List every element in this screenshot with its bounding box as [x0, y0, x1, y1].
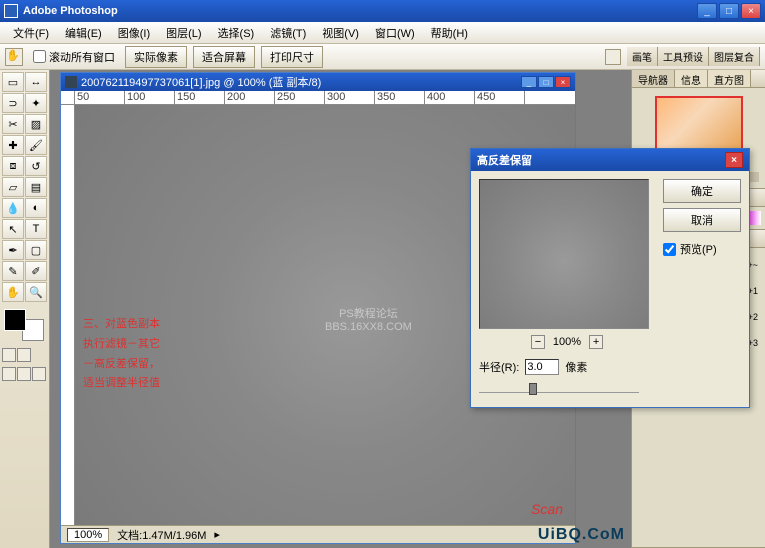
brush-tool[interactable]: 🖌 [25, 135, 47, 155]
cancel-button[interactable]: 取消 [663, 208, 741, 232]
hand-tool[interactable]: ✋ [2, 282, 24, 302]
quickmask-off[interactable] [2, 348, 16, 362]
tab-brush[interactable]: 画笔 [627, 47, 658, 66]
tab-tool-preset[interactable]: 工具预设 [658, 47, 709, 66]
close-button[interactable]: × [741, 3, 761, 19]
doc-icon [65, 76, 77, 88]
print-size-button[interactable]: 打印尺寸 [261, 46, 323, 68]
toolbox: ▭↔ ⊃✦ ✂▨ ✚🖌 ⧈↺ ▱▤ 💧◐ ↖T ✒▢ ✎✐ ✋🔍 [0, 70, 50, 548]
zoom-in-button[interactable]: + [589, 335, 603, 349]
pen-tool[interactable]: ✒ [2, 240, 24, 260]
dialog-titlebar[interactable]: 高反差保留 × [471, 149, 749, 171]
blur-tool[interactable]: 💧 [2, 198, 24, 218]
menu-layer[interactable]: 图层(L) [158, 23, 209, 43]
zoom-tool[interactable]: 🔍 [25, 282, 47, 302]
move-tool[interactable]: ↔ [25, 72, 47, 92]
fit-screen-button[interactable]: 适合屏幕 [193, 46, 255, 68]
scroll-all-checkbox[interactable] [33, 50, 46, 63]
screen-std[interactable] [2, 367, 16, 381]
quickmask-on[interactable] [17, 348, 31, 362]
doc-maximize[interactable]: □ [538, 76, 554, 88]
tutorial-text: 三、对蓝色副本 执行滤镜－其它 －高反差保留， 适当调整半径值 [83, 315, 160, 394]
shape-tool[interactable]: ▢ [25, 240, 47, 260]
preview-checkbox[interactable] [663, 243, 676, 256]
history-brush-tool[interactable]: ↺ [25, 156, 47, 176]
menu-window[interactable]: 窗口(W) [367, 23, 423, 43]
tab-navigator[interactable]: 导航器 [632, 70, 675, 87]
app-icon [4, 4, 18, 18]
app-titlebar: Adobe Photoshop _ □ × [0, 0, 765, 22]
doc-minimize[interactable]: _ [521, 76, 537, 88]
menu-edit[interactable]: 编辑(E) [57, 23, 110, 43]
app-title: Adobe Photoshop [23, 5, 697, 17]
dialog-close-button[interactable]: × [725, 152, 743, 168]
radius-slider[interactable] [479, 381, 639, 393]
palette-icon[interactable] [605, 49, 621, 65]
zoom-out-button[interactable]: − [531, 335, 545, 349]
doc-size: 文档:1.47M/1.96M [117, 527, 206, 543]
path-tool[interactable]: ↖ [2, 219, 24, 239]
ruler-vertical [61, 105, 75, 525]
menubar: 文件(F) 编辑(E) 图像(I) 图层(L) 选择(S) 滤镜(T) 视图(V… [0, 22, 765, 44]
filter-preview[interactable] [479, 179, 649, 329]
watermark: PS教程论坛BBS.16XX8.COM [325, 305, 412, 333]
options-bar: ✋ 滚动所有窗口 实际像素 适合屏幕 打印尺寸 画笔 工具预设 图层复合 [0, 44, 765, 70]
document-titlebar[interactable]: 200762119497737061[1].jpg @ 100% (蓝 副本/8… [61, 73, 575, 91]
status-bar: 100% 文档:1.47M/1.96M ▸ [61, 525, 575, 543]
radius-label: 半径(R): [479, 359, 519, 375]
color-swatch[interactable] [2, 307, 46, 343]
lasso-tool[interactable]: ⊃ [2, 93, 24, 113]
menu-filter[interactable]: 滤镜(T) [262, 23, 314, 43]
ok-button[interactable]: 确定 [663, 179, 741, 203]
uibq-watermark: UiBQ.CoM [538, 526, 625, 544]
preview-zoom: 100% [553, 336, 581, 348]
dodge-tool[interactable]: ◐ [25, 198, 47, 218]
doc-close[interactable]: × [555, 76, 571, 88]
status-arrow-icon[interactable]: ▸ [214, 528, 220, 541]
tab-histogram[interactable]: 直方图 [708, 70, 751, 87]
document-title: 200762119497737061[1].jpg @ 100% (蓝 副本/8… [81, 74, 520, 90]
high-pass-dialog: 高反差保留 × − 100% + 半径(R): 像素 确定 取消 预览(P) [470, 148, 750, 408]
menu-file[interactable]: 文件(F) [5, 23, 57, 43]
zoom-value[interactable]: 100% [67, 528, 109, 542]
tab-info[interactable]: 信息 [675, 70, 708, 87]
screen-full[interactable] [32, 367, 46, 381]
screen-full-menu[interactable] [17, 367, 31, 381]
ruler-horizontal: 50100150200250300350400450 [61, 91, 575, 105]
tab-layer-comp[interactable]: 图层复合 [709, 47, 760, 66]
radius-unit: 像素 [565, 359, 587, 375]
preview-label: 预览(P) [680, 241, 717, 257]
type-tool[interactable]: T [25, 219, 47, 239]
heal-tool[interactable]: ✚ [2, 135, 24, 155]
dialog-title: 高反差保留 [477, 152, 725, 168]
actual-pixels-button[interactable]: 实际像素 [125, 46, 187, 68]
minimize-button[interactable]: _ [697, 3, 717, 19]
wand-tool[interactable]: ✦ [25, 93, 47, 113]
scan-mark: Scan [531, 501, 563, 517]
menu-select[interactable]: 选择(S) [210, 23, 263, 43]
gradient-tool[interactable]: ▤ [25, 177, 47, 197]
radius-input[interactable] [525, 359, 559, 375]
maximize-button[interactable]: □ [719, 3, 739, 19]
menu-help[interactable]: 帮助(H) [423, 23, 476, 43]
notes-tool[interactable]: ✎ [2, 261, 24, 281]
marquee-tool[interactable]: ▭ [2, 72, 24, 92]
crop-tool[interactable]: ✂ [2, 114, 24, 134]
current-tool-icon[interactable]: ✋ [5, 48, 23, 66]
eraser-tool[interactable]: ▱ [2, 177, 24, 197]
menu-image[interactable]: 图像(I) [110, 23, 158, 43]
eyedropper-tool[interactable]: ✐ [25, 261, 47, 281]
slice-tool[interactable]: ▨ [25, 114, 47, 134]
menu-view[interactable]: 视图(V) [314, 23, 367, 43]
stamp-tool[interactable]: ⧈ [2, 156, 24, 176]
scroll-all-label: 滚动所有窗口 [49, 49, 115, 65]
